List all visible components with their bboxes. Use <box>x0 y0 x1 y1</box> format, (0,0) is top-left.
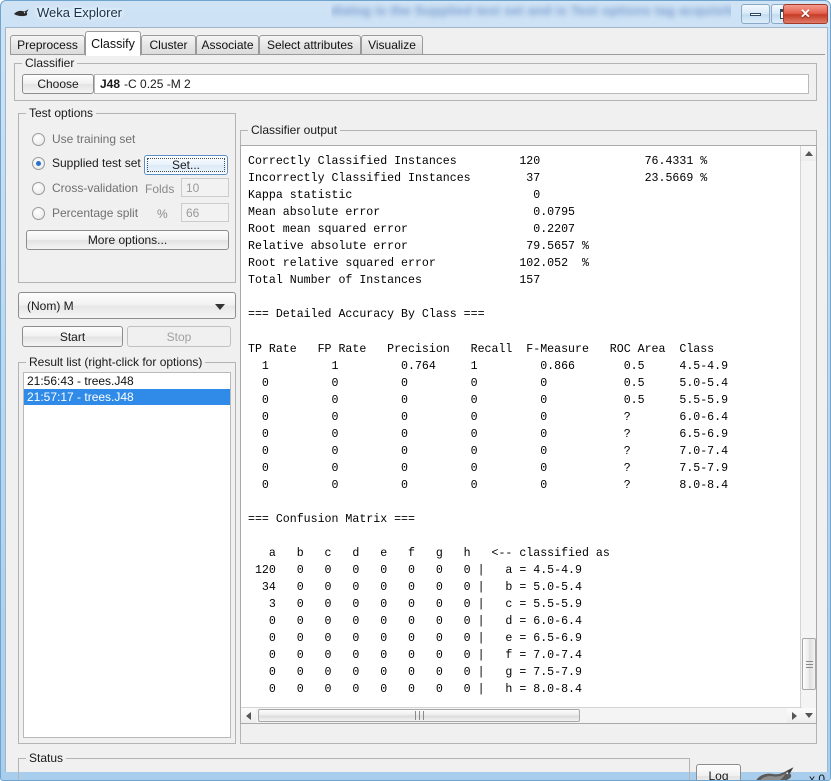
tab-label: Select attributes <box>266 38 354 52</box>
tab-cluster[interactable]: Cluster <box>141 35 196 55</box>
classifier-output-text: Correctly Classified Instances 120 76.43… <box>248 155 729 697</box>
tab-label: Cluster <box>149 38 188 52</box>
scroll-down-button[interactable] <box>801 708 816 723</box>
status-group-title: Status <box>26 751 67 765</box>
output-horizontal-scrollbar[interactable] <box>241 707 802 723</box>
radio-cross-validation[interactable]: Cross-validation <box>32 181 138 195</box>
folds-input[interactable]: 10 <box>181 178 229 197</box>
chevron-down-icon <box>804 713 813 718</box>
close-button[interactable]: ✕ <box>783 4 828 24</box>
minimize-icon <box>742 5 769 23</box>
set-button[interactable]: Set... <box>144 155 228 175</box>
log-button-label: Log <box>708 769 729 781</box>
result-list[interactable]: 21:56:43 - trees.J48 21:57:17 - trees.J4… <box>23 372 231 738</box>
classifier-output-group-title: Classifier output <box>248 123 341 137</box>
list-item-label: 21:56:43 - trees.J48 <box>27 374 134 388</box>
minimize-button[interactable] <box>741 4 770 24</box>
tab-label: Preprocess <box>17 38 78 52</box>
scroll-right-button[interactable] <box>787 708 802 723</box>
folds-label: Folds <box>145 182 175 196</box>
focus-outline <box>147 158 225 172</box>
tab-label: Visualize <box>368 38 416 52</box>
bird-count-label: x 0 <box>809 772 826 781</box>
radio-indicator-selected <box>32 156 45 170</box>
choose-button-label: Choose <box>37 77 79 91</box>
radio-indicator <box>32 132 45 146</box>
tab-preprocess[interactable]: Preprocess <box>10 35 85 55</box>
chevron-left-icon <box>246 711 251 720</box>
classifier-scheme-field[interactable]: J48 -C 0.25 -M 2 <box>94 74 809 94</box>
tab-associate[interactable]: Associate <box>196 35 259 55</box>
chevron-up-icon <box>804 151 813 156</box>
tab-select-attributes[interactable]: Select attributes <box>259 35 361 55</box>
more-options-label: More options... <box>87 233 168 247</box>
radio-supplied-test-set[interactable]: Supplied test set <box>32 156 141 170</box>
window-title: Weka Explorer <box>37 5 123 20</box>
stop-button: Stop <box>127 326 231 347</box>
radio-label: Supplied test set <box>52 156 141 170</box>
class-attribute-select[interactable]: (Nom) M <box>18 292 236 319</box>
radio-label: Cross-validation <box>52 181 139 195</box>
test-options-group-title: Test options <box>26 106 97 120</box>
start-button[interactable]: Start <box>22 326 123 347</box>
chevron-down-icon <box>215 303 225 310</box>
weka-bird-icon <box>751 766 805 780</box>
weka-explorer-window: dialog is the Supplied test set and is T… <box>0 0 831 781</box>
vertical-scroll-thumb[interactable] <box>802 638 816 690</box>
scroll-up-button[interactable] <box>801 146 816 161</box>
tab-label: Classify <box>91 36 135 51</box>
choose-button[interactable]: Choose <box>22 74 94 94</box>
radio-percentage-split[interactable]: Percentage split <box>32 206 138 220</box>
title-bar: Weka Explorer ✕ <box>1 1 830 27</box>
stop-button-label: Stop <box>166 329 192 344</box>
grip-icon <box>805 660 813 668</box>
output-vertical-scrollbar[interactable] <box>800 146 816 723</box>
log-button[interactable]: Log <box>696 764 741 781</box>
scheme-options: -C 0.25 -M 2 <box>124 77 191 91</box>
list-item[interactable]: 21:57:17 - trees.J48 <box>24 389 230 405</box>
close-icon: ✕ <box>800 6 811 21</box>
folds-value: 10 <box>186 180 200 195</box>
radio-indicator <box>32 181 45 195</box>
horizontal-scroll-thumb[interactable] <box>258 709 580 722</box>
chevron-right-icon <box>792 711 797 720</box>
tab-bar: Preprocess Classify Cluster Associate Se… <box>10 31 825 56</box>
client-area: Preprocess Classify Cluster Associate Se… <box>5 27 828 780</box>
radio-label: Percentage split <box>52 206 139 220</box>
percentage-input[interactable]: 66 <box>181 203 229 222</box>
start-button-label: Start <box>59 329 86 344</box>
radio-indicator <box>32 206 45 220</box>
list-item-label: 21:57:17 - trees.J48 <box>27 390 134 404</box>
list-item[interactable]: 21:56:43 - trees.J48 <box>24 373 230 389</box>
status-group: Status OK <box>18 751 690 780</box>
scroll-left-button[interactable] <box>241 708 256 723</box>
scheme-name: J48 <box>100 77 121 91</box>
grip-icon <box>414 711 424 720</box>
tab-label: Associate <box>201 38 254 52</box>
classifier-output-panel: Correctly Classified Instances 120 76.43… <box>240 145 817 724</box>
tab-classify[interactable]: Classify <box>85 31 141 56</box>
class-attribute-value: (Nom) M <box>27 298 74 313</box>
weka-bird-icon <box>13 7 31 21</box>
radio-use-training-set[interactable]: Use training set <box>32 132 135 146</box>
result-list-group-title: Result list (right-click for options) <box>26 355 206 369</box>
more-options-button[interactable]: More options... <box>26 230 229 250</box>
tab-visualize[interactable]: Visualize <box>361 35 423 55</box>
classifier-group-title: Classifier <box>22 56 78 70</box>
percentage-value: 66 <box>186 205 200 220</box>
percentage-label: % <box>157 207 168 221</box>
radio-label: Use training set <box>52 132 136 146</box>
